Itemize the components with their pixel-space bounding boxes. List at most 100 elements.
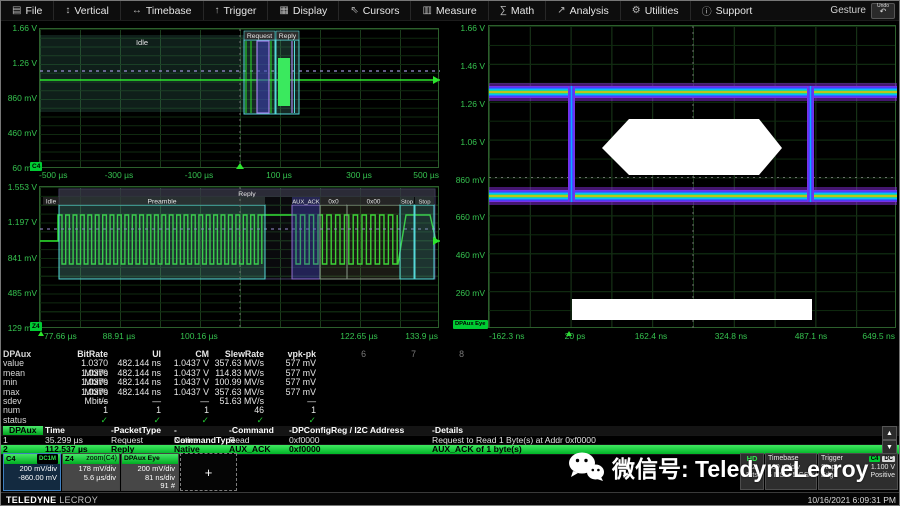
utilities-icon: ⚙ (632, 5, 641, 16)
menu-math-label: Math (511, 5, 534, 17)
dpaux-eye-descriptor-box[interactable]: DPAux Eye 200 mV/div 81 ns/div 91 # (121, 453, 179, 491)
decode-cell-address: 0xf0000 (289, 436, 432, 444)
menu-cursors[interactable]: ⇖Cursors (339, 1, 411, 20)
aux-ack-label: AUX_ACK (292, 200, 320, 206)
z4-channel-badge[interactable]: Z4 (30, 322, 42, 331)
eye-y-label: 1.46 V (449, 61, 485, 71)
menu-timebase[interactable]: ↔Timebase (121, 1, 204, 20)
c4-channel-badge[interactable]: C4 (30, 162, 42, 171)
eye-sweep-count: 91 # (125, 482, 175, 491)
menu-measure-label: Measure (436, 5, 477, 17)
z4-time-per-div: 5.6 µs/div (66, 474, 116, 483)
decode-cell-time: 35.299 µs (45, 436, 111, 444)
menu-file[interactable]: ▤File (1, 1, 54, 20)
decode-cell-command: AUX_ACK (229, 445, 289, 453)
measure-row-sdev: sdev — — — 51.63 MV/s — (3, 397, 473, 406)
menu-math[interactable]: ∑Math (489, 1, 546, 20)
dpaux-eye-badge[interactable]: DPAux Eye (453, 320, 488, 329)
menu-measure[interactable]: ▥ Measure (411, 1, 488, 20)
z4-descriptor-title: Z4 (65, 454, 74, 464)
menu-analysis[interactable]: ↗Analysis (546, 1, 621, 20)
measure-icon: ▥ (422, 5, 431, 16)
undo-button[interactable]: Undo ↶ (871, 3, 895, 19)
decode-col-command[interactable]: -Command (229, 426, 289, 435)
decode-cell-command: Read (229, 436, 289, 444)
vertical-icon: ↕ (65, 5, 70, 16)
display-icon: ▦ (279, 5, 288, 16)
brand-light: LECROY (59, 495, 98, 505)
menu-display-label: Display (293, 5, 327, 17)
overview-waveform-grid[interactable]: Request Reply Idle (39, 28, 439, 168)
eye-x-label: 324.8 ns (715, 331, 748, 341)
measure-col-p6[interactable]: 6 (316, 350, 366, 359)
menu-cursors-label: Cursors (363, 5, 400, 17)
add-trace-button[interactable]: + (180, 453, 237, 491)
trigger-icon: ↑ (215, 5, 220, 16)
decode-col-details[interactable]: -Details (432, 426, 900, 435)
decode-col-commandtype[interactable]: -CommandType (174, 426, 229, 435)
zoom-waveform-grid[interactable]: Reply Idle Preamble AUX_ACK (39, 186, 439, 328)
idle-label: Idle (46, 199, 57, 206)
menu-display[interactable]: ▦ Display (268, 1, 339, 20)
status-ok-icon: ✓ (264, 416, 316, 425)
support-icon: ⓘ (702, 3, 712, 18)
grid1-x-label: -500 µs (39, 170, 68, 180)
menu-vertical[interactable]: ↕ Vertical (54, 1, 120, 20)
z4-descriptor-box[interactable]: Z4 zoom(C4) 178 mV/div 5.6 µs/div (62, 453, 120, 491)
eye-diagram-grid[interactable] (488, 25, 896, 328)
idle-annotation: Idle (43, 197, 59, 206)
wechat-icon (567, 451, 605, 483)
teledyne-lecroy-logo: TELEDYNE LECROY (6, 495, 98, 505)
decode-col-time[interactable]: Time (45, 426, 111, 435)
menu-vertical-label: Vertical (74, 5, 108, 17)
decode-scrollbar[interactable]: ▲ ▼ (882, 426, 897, 454)
request-annotation-box[interactable]: Request (244, 31, 275, 114)
trigger-source-badge: C4 (869, 456, 881, 462)
decode-cell-packettype: Request (111, 436, 174, 444)
eye-y-label: 260 mV (449, 288, 485, 298)
measure-col-p8[interactable]: 8 (416, 350, 464, 359)
trigger-level: 1.100 V (871, 464, 895, 473)
grid2-y-label: 485 mV (1, 288, 37, 298)
measure-cell: — (108, 397, 161, 406)
menu-trigger[interactable]: ↑Trigger (204, 1, 269, 20)
aux-ack-annotation-box[interactable]: AUX_ACK (292, 197, 320, 279)
menu-utilities[interactable]: ⚙Utilities (621, 1, 691, 20)
scroll-up-icon[interactable]: ▲ (882, 426, 897, 440)
grid2-x-label: 100.16 µs (180, 331, 218, 341)
grid1-x-label: 100 µs (266, 170, 292, 180)
eye-mask-bar (572, 299, 812, 320)
status-ok-icon: ✓ (209, 416, 264, 425)
decode-protocol-badge[interactable]: DPAux (3, 426, 43, 435)
measurement-table: DPAux BitRate UI CM SlewRate vpk-pk 6 7 … (3, 350, 473, 425)
menu-analysis-label: Analysis (570, 5, 609, 17)
plus-icon: + (205, 465, 213, 480)
status-ok-icon: ✓ (61, 416, 108, 425)
eye-x-label: 649.5 ns (862, 331, 895, 341)
c4-offset: -860.00 mV (7, 474, 57, 483)
menu-support-label: Support (716, 5, 753, 17)
eye-y-label: 1.06 V (449, 137, 485, 147)
trigger-position-marker[interactable] (236, 163, 244, 169)
reply-annotation-box[interactable]: Reply (276, 31, 299, 114)
grid1-x-label: -300 µs (105, 170, 134, 180)
data-0x00-annotation-box[interactable]: 0x00 (347, 197, 400, 279)
c4-descriptor-box[interactable]: C4 DC1M 200 mV/div -860.00 mV (3, 453, 61, 491)
grid2-y-label: 1.197 V (1, 217, 37, 227)
preamble-annotation-box[interactable]: Preamble (59, 197, 265, 279)
scroll-down-icon[interactable]: ▼ (882, 440, 897, 454)
stop2-annotation-box[interactable]: Stop (415, 197, 434, 279)
measure-col-p7[interactable]: 7 (366, 350, 416, 359)
grid2-y-label: 1.553 V (1, 182, 37, 192)
watermark-text: 微信号: TeledyneLecroy (612, 450, 868, 484)
menu-support[interactable]: ⓘ Support (691, 1, 764, 20)
status-ok-icon: ✓ (108, 416, 161, 425)
grid1-x-label: -100 µs (185, 170, 214, 180)
c4-coupling-badge: DC1M (37, 454, 58, 464)
decode-col-address[interactable]: -DPConfigReg / I2C Address (289, 426, 432, 435)
stop1-annotation-box[interactable]: Stop (400, 197, 414, 279)
measure-row-label: status (3, 416, 61, 425)
data-0x0-annotation-box[interactable]: 0x0 (320, 197, 347, 279)
decode-cell-details: Request to Read 1 Byte(s) at Addr 0xf000… (432, 436, 900, 444)
decode-col-packettype[interactable]: -PacketType (111, 426, 174, 435)
